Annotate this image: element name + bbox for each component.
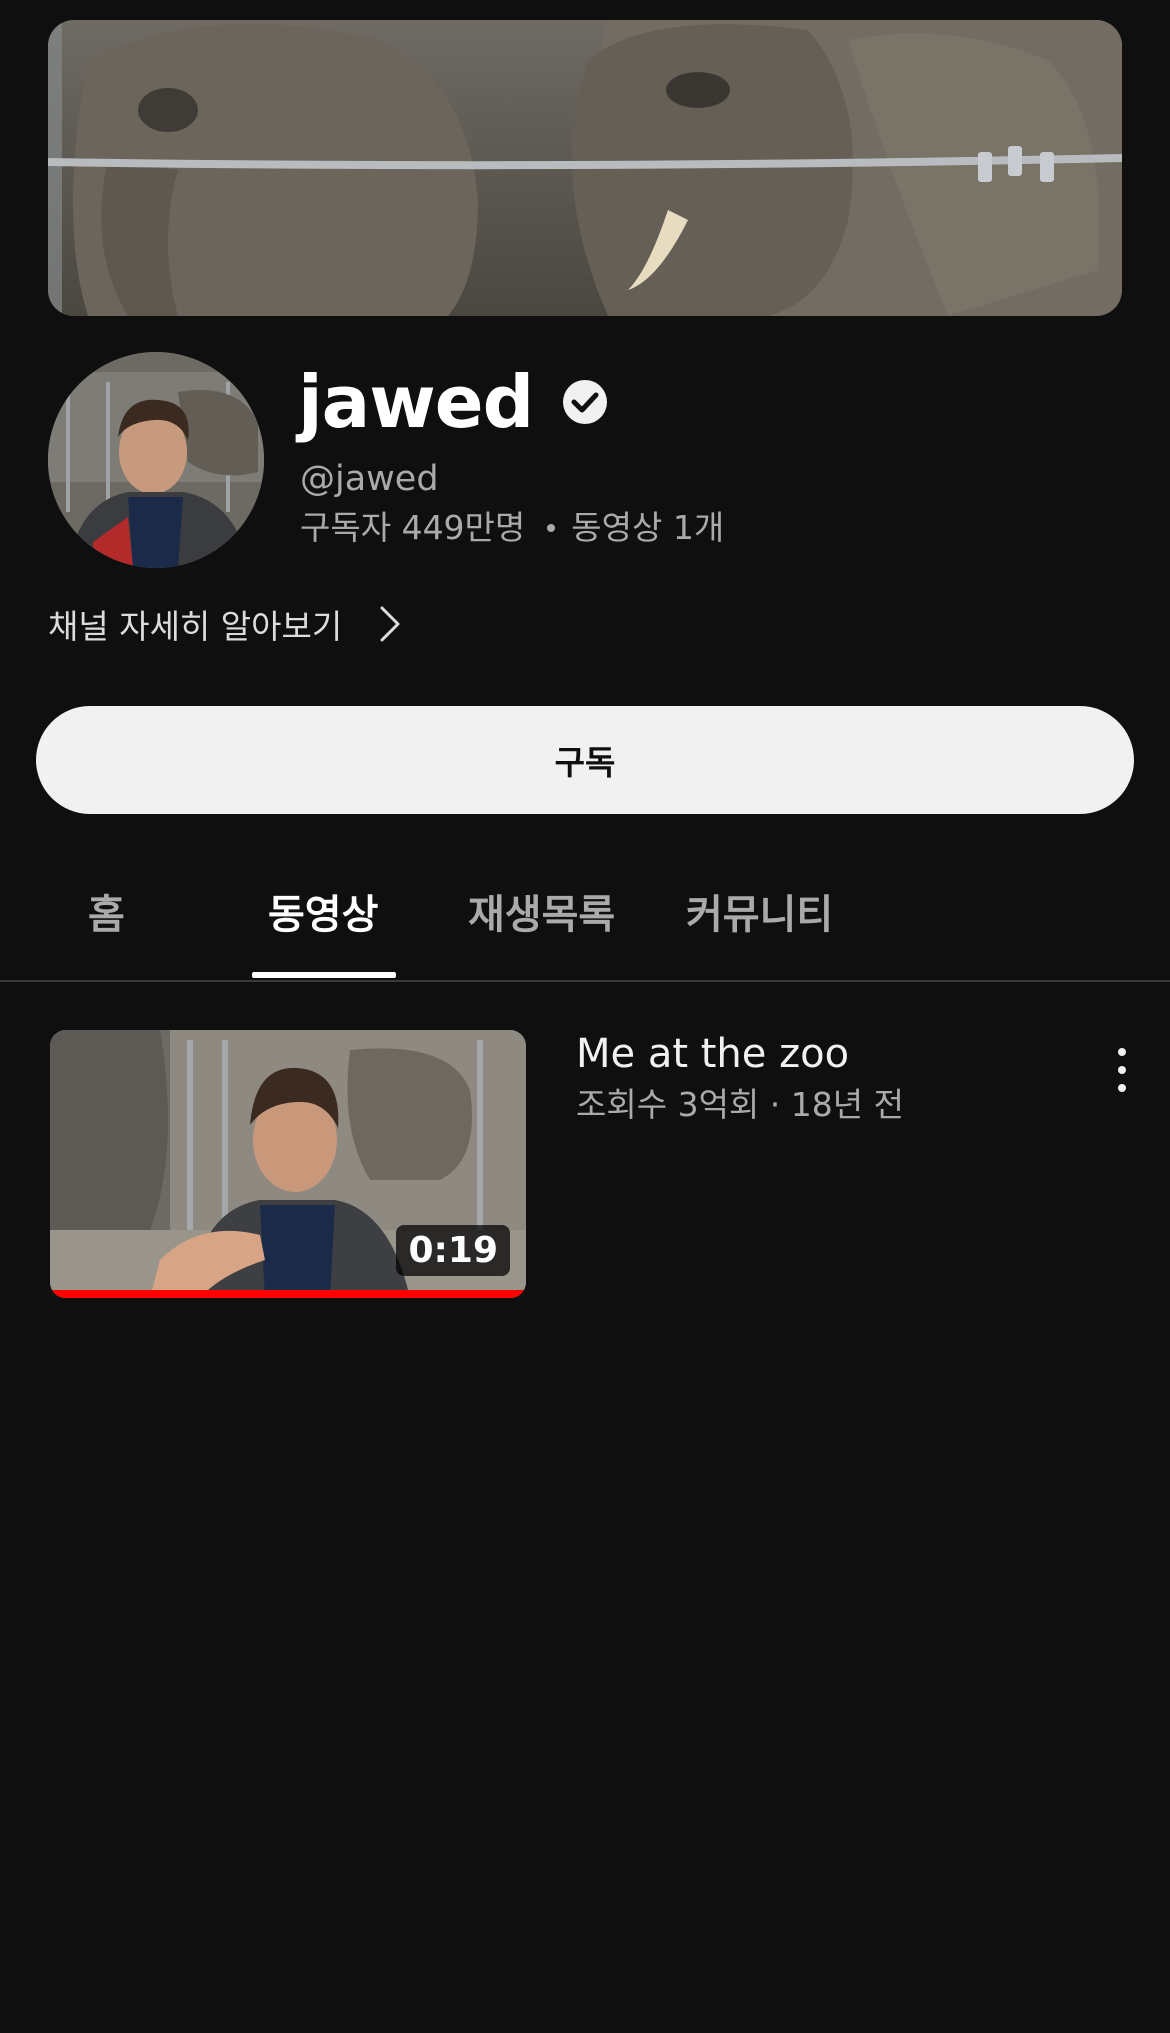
channel-name: jawed <box>298 360 534 444</box>
subscribe-button[interactable]: 구독 <box>36 706 1134 814</box>
channel-stats: 구독자 449만명 동영상 1개 <box>300 508 725 547</box>
video-meta: 조회수 3억회 · 18년 전 <box>576 1085 904 1124</box>
channel-avatar[interactable] <box>48 352 264 568</box>
verified-check-icon <box>561 378 609 426</box>
tab-home[interactable]: 홈 <box>88 882 125 940</box>
subscriber-count: 구독자 449만명 <box>300 508 526 547</box>
video-count: 동영상 1개 <box>571 508 725 547</box>
video-duration: 0:19 <box>396 1224 510 1276</box>
video-thumbnail[interactable]: 0:19 <box>50 1030 526 1298</box>
video-list-item[interactable]: 0:19 Me at the zoo 조회수 3억회 · 18년 전 <box>0 1030 1170 1302</box>
watch-progress-bar <box>50 1290 526 1298</box>
channel-tabs: 홈 동영상 재생목록 커뮤니티 <box>0 860 1170 982</box>
about-channel-label: 채널 자세히 알아보기 <box>48 607 343 646</box>
tab-videos[interactable]: 동영상 <box>268 882 378 940</box>
chevron-right-icon <box>380 606 400 642</box>
channel-title-row: jawed <box>298 366 609 438</box>
active-tab-indicator <box>252 972 396 978</box>
channel-handle: @jawed <box>300 459 439 499</box>
more-vert-icon[interactable] <box>1108 1042 1136 1098</box>
separator-dot <box>547 524 556 533</box>
about-channel-link[interactable]: 채널 자세히 알아보기 <box>48 600 402 648</box>
tab-community[interactable]: 커뮤니티 <box>686 882 833 940</box>
video-title[interactable]: Me at the zoo <box>576 1030 849 1078</box>
channel-banner <box>48 20 1122 316</box>
tab-playlists[interactable]: 재생목록 <box>468 882 615 940</box>
